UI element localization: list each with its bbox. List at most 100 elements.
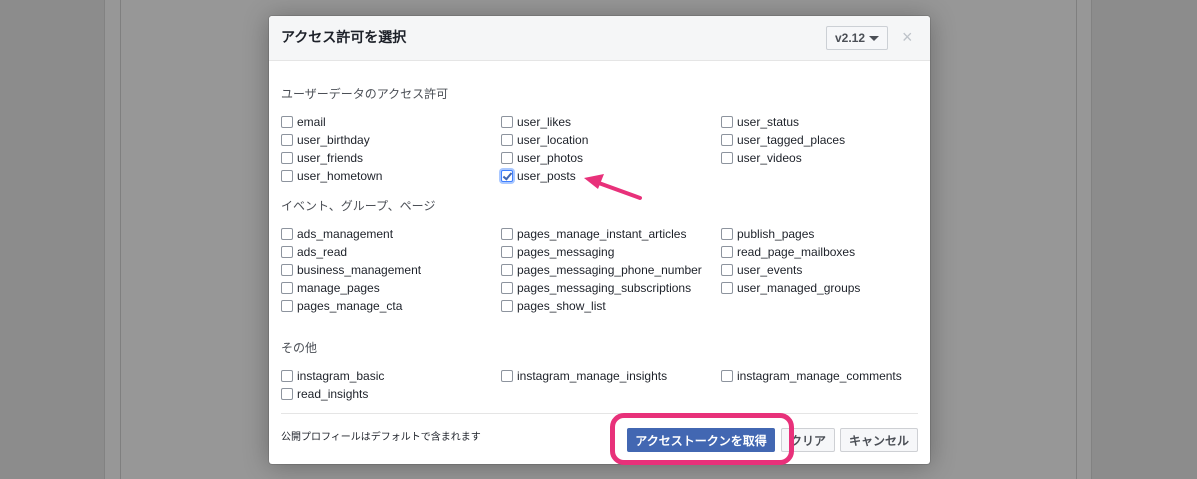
permission-label: user_friends [297,151,364,165]
permission-item[interactable]: publish_pages [721,225,921,243]
permission-item[interactable]: pages_manage_cta [281,297,501,315]
permission-item[interactable]: user_location [501,131,721,149]
permission-label: email [297,115,326,129]
permission-checkbox[interactable] [721,116,733,128]
permission-checkbox[interactable] [501,152,513,164]
permission-item[interactable]: read_insights [281,385,501,403]
cancel-button[interactable]: キャンセル [840,428,918,452]
permission-label: ads_read [297,245,348,259]
permission-item[interactable]: instagram_basic [281,367,501,385]
permission-checkbox[interactable] [281,170,293,182]
permission-label: pages_show_list [517,299,606,313]
permission-item[interactable]: user_tagged_places [721,131,921,149]
permission-checkbox[interactable] [721,264,733,276]
background-divider [1076,0,1077,479]
permission-checkbox[interactable] [721,282,733,294]
close-icon[interactable]: × [902,27,913,47]
permission-label: user_posts [517,169,576,183]
permission-label: user_events [737,263,803,277]
permission-checkbox[interactable] [501,228,513,240]
permission-checkbox[interactable] [501,246,513,258]
permission-item[interactable]: pages_messaging_subscriptions [501,279,721,297]
permission-label: user_tagged_places [737,133,846,147]
permission-label: read_page_mailboxes [737,245,856,259]
permission-grid-other: instagram_basic read_insights instagram_ma… [281,367,921,403]
permission-label: user_videos [737,151,802,165]
permission-checkbox[interactable] [501,264,513,276]
permission-label: publish_pages [737,227,815,241]
section-title-user-data: ユーザーデータのアクセス許可 [281,87,449,101]
permission-label: pages_messaging_subscriptions [517,281,692,295]
api-version-value: v2.12 [834,31,866,45]
permission-item[interactable]: manage_pages [281,279,501,297]
permission-checkbox[interactable] [721,228,733,240]
permission-checkbox[interactable] [281,388,293,400]
permission-item[interactable]: user_videos [721,149,921,167]
permission-dialog: アクセス許可を選択 v2.12 × ユーザーデータのアクセス許可 email us… [269,16,930,464]
section-title-other: その他 [281,341,318,355]
permission-item[interactable]: instagram_manage_insights [501,367,721,385]
permission-item[interactable]: pages_show_list [501,297,721,315]
permission-checkbox[interactable] [501,300,513,312]
permission-checkbox[interactable] [501,282,513,294]
permission-checkbox[interactable] [281,264,293,276]
permission-label: instagram_manage_insights [517,369,668,383]
permission-label: user_hometown [297,169,383,183]
permission-item[interactable]: pages_manage_instant_articles [501,225,721,243]
footer-divider [281,413,918,414]
permission-checkbox[interactable] [281,282,293,294]
permission-item[interactable]: email [281,113,501,131]
permission-checkbox[interactable] [501,134,513,146]
permission-item[interactable]: user_managed_groups [721,279,921,297]
permission-checkbox[interactable] [281,300,293,312]
permission-item[interactable]: user_birthday [281,131,501,149]
dialog-header: アクセス許可を選択 v2.12 × [269,16,930,61]
permission-item[interactable]: user_friends [281,149,501,167]
permission-label: user_managed_groups [737,281,861,295]
permission-label: pages_manage_instant_articles [517,227,687,241]
permission-item[interactable]: user_hometown [281,167,501,185]
permission-checkbox[interactable] [501,370,513,382]
permission-label: user_status [737,115,800,129]
permission-label: pages_manage_cta [297,299,403,313]
annotation-arrow-icon [584,174,642,200]
permission-item[interactable]: business_management [281,261,501,279]
permission-checkbox[interactable] [281,134,293,146]
permission-label: user_birthday [297,133,370,147]
permission-item[interactable]: user_status [721,113,921,131]
permission-label: user_location [517,133,589,147]
permission-item[interactable]: user_likes [501,113,721,131]
public-profile-note: 公開プロフィールはデフォルトで含まれます [281,432,481,443]
permission-label: business_management [297,263,422,277]
permission-checkbox[interactable] [281,152,293,164]
permission-grid-events-groups-pages: ads_management ads_read business_managemen… [281,225,921,315]
permission-checkbox[interactable] [721,370,733,382]
permission-item[interactable]: user_photos [501,149,721,167]
section-title-events-groups-pages: イベント、グループ、ページ [281,199,436,213]
permission-checkbox[interactable] [721,246,733,258]
permission-item[interactable]: instagram_manage_comments [721,367,921,385]
permission-item[interactable]: pages_messaging_phone_number [501,261,721,279]
permission-checkbox[interactable] [281,228,293,240]
permission-checkbox[interactable] [501,170,513,182]
permission-label: instagram_manage_comments [737,369,902,383]
background-divider [120,0,121,479]
permission-label: manage_pages [297,281,380,295]
permission-label: pages_messaging_phone_number [517,263,702,277]
permission-checkbox[interactable] [721,152,733,164]
permission-label: instagram_basic [297,369,385,383]
permission-checkbox[interactable] [281,370,293,382]
permission-item[interactable]: read_page_mailboxes [721,243,921,261]
permission-checkbox[interactable] [281,246,293,258]
permission-checkbox[interactable] [501,116,513,128]
permission-item[interactable]: pages_messaging [501,243,721,261]
dialog-title: アクセス許可を選択 [281,29,407,45]
api-version-dropdown[interactable]: v2.12 [826,26,888,50]
permission-item[interactable]: user_events [721,261,921,279]
permission-item[interactable]: ads_read [281,243,501,261]
permission-checkbox[interactable] [281,116,293,128]
permission-label: ads_management [297,227,394,241]
permission-checkbox[interactable] [721,134,733,146]
permission-item[interactable]: ads_management [281,225,501,243]
permission-label: pages_messaging [517,245,615,259]
